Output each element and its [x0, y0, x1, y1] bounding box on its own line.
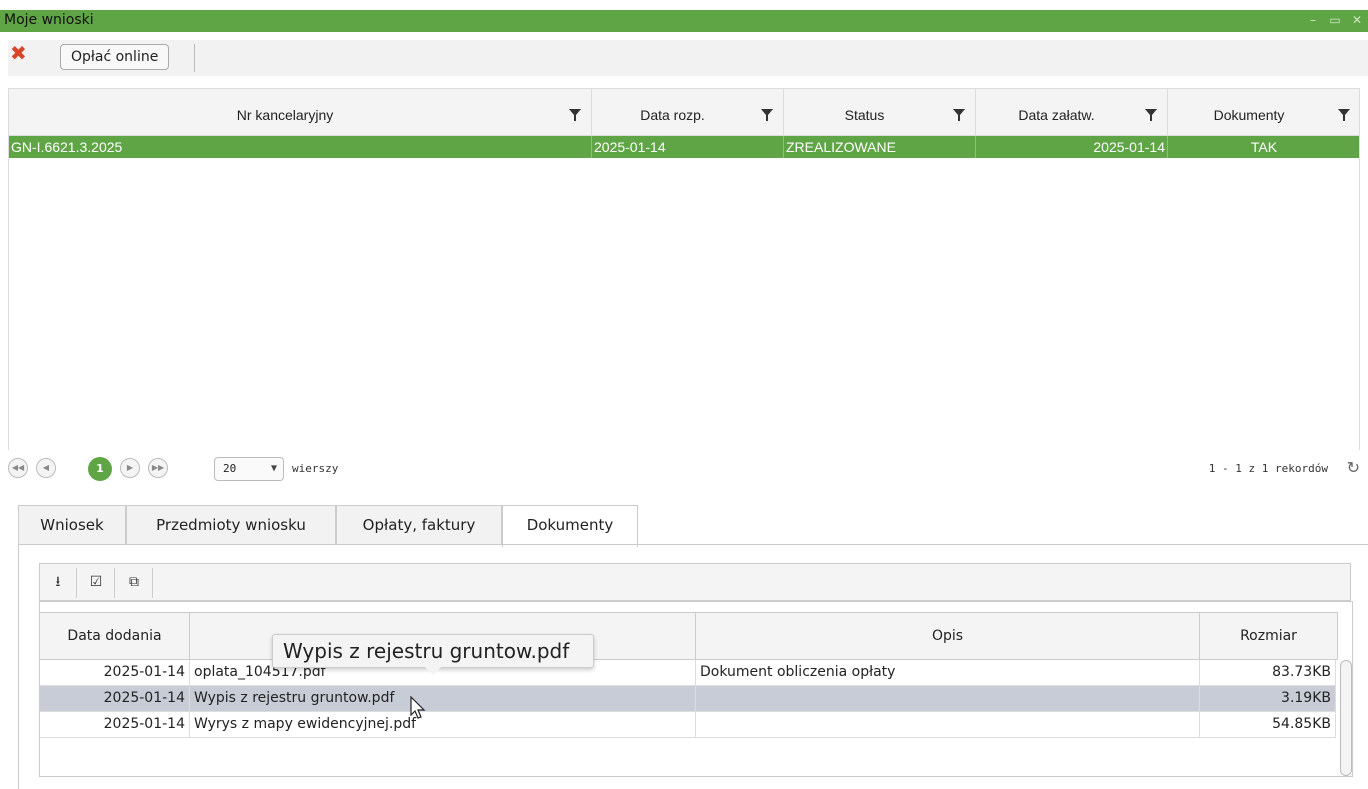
cell-desc	[696, 712, 1200, 738]
column-header-desc[interactable]: Opis	[696, 612, 1200, 660]
cell-data-rozp: 2025-01-14	[592, 136, 784, 158]
select-all-icon[interactable]: ☑	[84, 570, 108, 594]
cell-dokumenty: TAK	[1250, 139, 1278, 155]
pager: ◀◀ ◀ 1 ▶ ▶▶ 20 ▼ wierszy 1 - 1 z 1 rekor…	[8, 455, 1368, 483]
prev-page-icon[interactable]: ◀	[36, 458, 56, 478]
vertical-scrollbar[interactable]	[1340, 660, 1352, 776]
records-count: 1 - 1 z 1 rekordów	[1208, 462, 1328, 475]
cell-desc	[696, 686, 1200, 712]
filter-icon[interactable]	[761, 109, 773, 121]
column-header-dokumenty[interactable]: Dokumenty	[1168, 89, 1360, 137]
next-page-icon[interactable]: ▶	[120, 458, 140, 478]
close-window-icon[interactable]: ✕	[1350, 13, 1364, 27]
column-label: Data załatw.	[1018, 107, 1095, 123]
copy-icon[interactable]: ⧉	[122, 570, 146, 594]
toolbar-separator	[194, 44, 195, 72]
rows-per-page-value: 20	[223, 462, 237, 475]
dropdown-arrow-icon: ▼	[270, 463, 277, 474]
column-label: Nr kancelaryjny	[236, 107, 334, 123]
filter-icon[interactable]	[953, 109, 965, 121]
maximize-icon[interactable]: ▭	[1328, 13, 1342, 27]
toolbar-separator	[114, 568, 115, 598]
table-row[interactable]: 2025-01-14 Wyrys z mapy ewidencyjnej.pdf…	[40, 712, 1336, 738]
column-label: Status	[844, 107, 885, 123]
cell-status: ZREALIZOWANE	[784, 136, 976, 158]
window-titlebar: Moje wnioski – ▭ ✕	[0, 10, 1368, 32]
download-icon[interactable]: ⭳	[46, 570, 70, 594]
column-label: Dokumenty	[1213, 107, 1285, 123]
cell-size: 3.19KB	[1200, 686, 1336, 712]
toolbar-separator	[76, 568, 77, 598]
grid-header: Nr kancelaryjny Data rozp. Status Data z…	[9, 88, 1360, 137]
cell-desc: Dokument obliczenia opłaty	[696, 660, 1200, 686]
cell-nr: GN-I.6621.3.2025	[9, 136, 592, 158]
column-header-data-rozp[interactable]: Data rozp.	[592, 89, 784, 137]
column-label: Data rozp.	[640, 107, 705, 123]
rows-label: wierszy	[292, 462, 339, 475]
filename-tooltip: Wypis z rejestru gruntow.pdf	[272, 634, 594, 675]
tab-oplaty-faktury[interactable]: Opłaty, faktury	[336, 505, 502, 545]
window-title: Moje wnioski	[4, 12, 94, 28]
rows-per-page-select[interactable]: 20 ▼	[214, 457, 284, 481]
refresh-icon[interactable]: ↻	[1347, 458, 1360, 477]
table-row[interactable]: GN-I.6621.3.2025 2025-01-14 ZREALIZOWANE…	[9, 136, 1359, 158]
column-header-data-zalatw[interactable]: Data załatw.	[976, 89, 1168, 137]
current-page[interactable]: 1	[88, 457, 112, 481]
last-page-icon[interactable]: ▶▶	[148, 458, 168, 478]
applications-grid: Nr kancelaryjny Data rozp. Status Data z…	[8, 88, 1360, 450]
cell-data-zalatw: 2025-01-14	[976, 136, 1168, 158]
window-controls: – ▭ ✕	[1306, 13, 1364, 27]
table-row[interactable]: 2025-01-14 oplata_104517.pdf Dokument ob…	[40, 660, 1336, 686]
mouse-cursor-icon	[410, 696, 426, 719]
pay-online-button[interactable]: Opłać online	[60, 44, 170, 70]
tooltip-tail	[425, 667, 441, 675]
cell-date: 2025-01-14	[40, 712, 190, 738]
toolbar-separator	[152, 568, 153, 598]
column-header-nr[interactable]: Nr kancelaryjny	[9, 89, 592, 137]
table-row[interactable]: 2025-01-14 Wypis z rejestru gruntow.pdf …	[40, 686, 1336, 712]
column-header-date[interactable]: Data dodania	[40, 612, 190, 660]
cell-date: 2025-01-14	[40, 686, 190, 712]
tab-wniosek[interactable]: Wniosek	[18, 505, 126, 545]
filter-icon[interactable]	[1145, 109, 1157, 121]
cell-date: 2025-01-14	[40, 660, 190, 686]
tooltip-text: Wypis z rejestru gruntow.pdf	[283, 639, 570, 663]
documents-toolbar: ⭳ ☑ ⧉	[39, 563, 1351, 601]
cell-name: Wypis z rejestru gruntow.pdf	[190, 686, 696, 712]
tab-przedmioty-wniosku[interactable]: Przedmioty wniosku	[126, 505, 336, 545]
column-header-status[interactable]: Status	[784, 89, 976, 137]
documents-panel: ⭳ ☑ ⧉ Data dodania Opis Rozmiar 2025-01-…	[18, 545, 1368, 789]
close-icon[interactable]: ✖	[10, 43, 30, 63]
first-page-icon[interactable]: ◀◀	[8, 458, 28, 478]
documents-grid: Data dodania Opis Rozmiar 2025-01-14 opl…	[39, 601, 1353, 777]
toolbar: ✖ Opłać online	[8, 40, 1368, 76]
tab-dokumenty[interactable]: Dokumenty	[502, 505, 638, 547]
filter-icon[interactable]	[569, 109, 581, 121]
minimize-icon[interactable]: –	[1306, 13, 1320, 27]
filter-icon[interactable]	[1338, 109, 1350, 121]
cell-size: 54.85KB	[1200, 712, 1336, 738]
column-header-size[interactable]: Rozmiar	[1200, 612, 1338, 660]
cell-name: Wyrys z mapy ewidencyjnej.pdf	[190, 712, 696, 738]
cell-size: 83.73KB	[1200, 660, 1336, 686]
